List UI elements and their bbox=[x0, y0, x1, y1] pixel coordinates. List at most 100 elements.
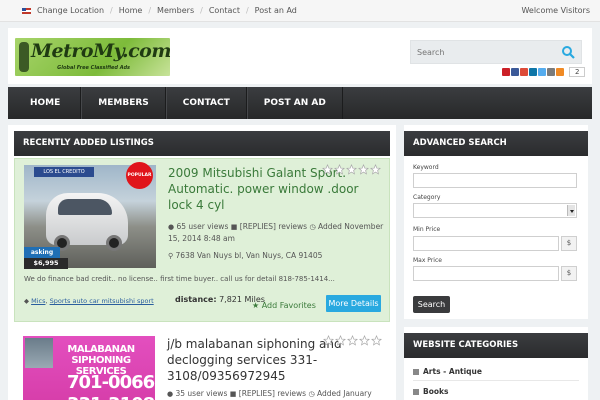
nav-contact[interactable]: CONTACT bbox=[165, 87, 247, 119]
category-label: Books bbox=[423, 387, 449, 396]
thumb-photo bbox=[25, 338, 53, 368]
listing-description: We do finance bad credit.. no license.. … bbox=[24, 275, 335, 283]
wheel bbox=[106, 235, 122, 251]
max-price-label: Max Price bbox=[413, 257, 442, 264]
linkedin-icon[interactable] bbox=[529, 68, 537, 76]
pinterest-icon[interactable] bbox=[502, 68, 510, 76]
facebook-icon[interactable] bbox=[511, 68, 519, 76]
separator: / bbox=[245, 6, 249, 15]
search-input[interactable] bbox=[411, 42, 551, 62]
topbar-link-home[interactable]: Home bbox=[119, 6, 143, 15]
category-label: Arts - Antique bbox=[423, 367, 482, 376]
search-icon[interactable] bbox=[561, 45, 575, 59]
nav-post-ad[interactable]: POST AN AD bbox=[246, 87, 343, 119]
share-count: 2 bbox=[569, 67, 586, 77]
star-icon[interactable] bbox=[346, 164, 357, 175]
folder-icon bbox=[413, 388, 419, 395]
search-button[interactable]: Search bbox=[413, 296, 450, 313]
google-plus-icon[interactable] bbox=[520, 68, 528, 76]
more-details-button[interactable]: More Details bbox=[326, 295, 381, 312]
keyword-label: Keyword bbox=[413, 164, 439, 171]
nav-home[interactable]: HOME bbox=[8, 87, 82, 119]
flag-icon[interactable] bbox=[22, 7, 31, 14]
location-text: 7638 Van Nuys bl, Van Nuys, CA 91405 bbox=[175, 251, 323, 260]
location-pin-icon: ⚲ bbox=[168, 252, 174, 260]
star-icon[interactable] bbox=[370, 164, 381, 175]
category-label: Category bbox=[413, 194, 441, 201]
min-price-label: Min Price bbox=[413, 226, 441, 233]
currency-addon: $ bbox=[561, 236, 577, 251]
header-search bbox=[410, 40, 582, 64]
topbar-link-post-ad[interactable]: Post an Ad bbox=[255, 6, 297, 15]
top-bar: Change Location / Home / Members / Conta… bbox=[0, 0, 600, 22]
star-icon[interactable] bbox=[335, 335, 346, 346]
listing-meta: ● 35 user views ■ [REPLIES] reviews ◷ Ad… bbox=[167, 388, 385, 400]
main-nav: HOME MEMBERS CONTACT POST AN AD bbox=[8, 87, 592, 119]
asking-price-label: asking price bbox=[24, 247, 60, 267]
tag-link[interactable]: Sports auto car mitsubishi sport bbox=[50, 297, 154, 305]
clock-icon: ◷ bbox=[309, 223, 316, 231]
logo-subtitle: Global Free Classified Ads bbox=[57, 65, 130, 71]
sign-phone: 701-0066 bbox=[67, 372, 155, 393]
nav-members[interactable]: MEMBERS bbox=[81, 87, 166, 119]
share-icon[interactable] bbox=[556, 68, 564, 76]
view-count: 65 user views bbox=[176, 222, 229, 231]
twitter-icon[interactable] bbox=[538, 68, 546, 76]
listing-meta: ● 65 user views ■ [REPLIES] reviews ◷ Ad… bbox=[168, 221, 386, 244]
listing-item: MALABANAN SIPHONING SERVICES 701-0066 33… bbox=[14, 330, 390, 400]
listing-location: ⚲ 7638 Van Nuys bl, Van Nuys, CA 91405 bbox=[168, 250, 386, 262]
star-icon[interactable] bbox=[359, 335, 370, 346]
star-icon[interactable] bbox=[358, 164, 369, 175]
listing-item: LOS EL CREDITO POPULAR asking price $6,9… bbox=[14, 158, 390, 322]
rating-stars[interactable] bbox=[323, 335, 382, 346]
topbar-link-change-location[interactable]: Change Location bbox=[37, 6, 104, 15]
categories-panel: WEBSITE CATEGORIES Arts - Antique Books bbox=[404, 327, 588, 400]
price-tag: $6,995 bbox=[24, 258, 68, 269]
comment-icon: ■ bbox=[230, 223, 238, 231]
tag-icon: ◆ bbox=[24, 297, 29, 305]
advanced-search-panel: ADVANCED SEARCH Keyword Category Min Pri… bbox=[404, 125, 588, 319]
welcome-text: Welcome Visitors bbox=[521, 6, 590, 15]
max-price-input[interactable] bbox=[413, 266, 559, 281]
tag-link[interactable]: Mics bbox=[31, 297, 45, 305]
chevron-down-icon bbox=[567, 205, 575, 216]
share-buttons: 2 bbox=[502, 67, 586, 77]
star-icon[interactable] bbox=[371, 335, 382, 346]
review-count: [REPLIES] reviews bbox=[238, 389, 307, 398]
category-select[interactable] bbox=[413, 203, 577, 218]
star-icon[interactable] bbox=[322, 164, 333, 175]
sign-phone-2: 331-3108 bbox=[67, 394, 155, 400]
categories-title: WEBSITE CATEGORIES bbox=[404, 333, 588, 358]
site-header: MetroMy.com Global Free Classified Ads 2 bbox=[8, 28, 592, 84]
add-favorites-button[interactable]: ★ Add Favorites bbox=[252, 301, 316, 310]
rating-stars[interactable] bbox=[322, 164, 381, 175]
star-icon[interactable] bbox=[323, 335, 334, 346]
folder-icon bbox=[413, 368, 419, 375]
site-logo[interactable]: MetroMy.com Global Free Classified Ads bbox=[15, 38, 170, 76]
keyword-input[interactable] bbox=[413, 173, 577, 188]
email-icon[interactable] bbox=[547, 68, 555, 76]
topbar-link-members[interactable]: Members bbox=[157, 6, 194, 15]
listing-thumbnail[interactable]: MALABANAN SIPHONING SERVICES 701-0066 33… bbox=[23, 336, 155, 400]
review-count: [REPLIES] reviews bbox=[239, 222, 308, 231]
star-icon: ★ bbox=[252, 301, 260, 310]
logo-figure-icon bbox=[19, 42, 29, 72]
section-title: RECENTLY ADDED LISTINGS bbox=[14, 131, 390, 156]
view-count: 35 user views bbox=[175, 389, 228, 398]
distance-label: distance: bbox=[175, 295, 217, 304]
separator: / bbox=[148, 6, 152, 15]
divider bbox=[413, 380, 579, 381]
car-window bbox=[58, 199, 112, 215]
category-item[interactable]: Books bbox=[413, 387, 448, 396]
logo-text: MetroMy.com bbox=[31, 40, 170, 62]
star-icon[interactable] bbox=[347, 335, 358, 346]
topbar-link-contact[interactable]: Contact bbox=[209, 6, 240, 15]
star-icon[interactable] bbox=[334, 164, 345, 175]
category-item[interactable]: Arts - Antique bbox=[413, 367, 482, 376]
thumb-sign: LOS EL CREDITO bbox=[34, 167, 94, 177]
min-price-input[interactable] bbox=[413, 236, 559, 251]
clock-icon: ◷ bbox=[308, 390, 315, 398]
add-favorites-label: Add Favorites bbox=[261, 301, 316, 310]
user-icon: ● bbox=[167, 390, 174, 398]
listing-tags: ◆ Mics, Sports auto car mitsubishi sport bbox=[24, 297, 154, 305]
